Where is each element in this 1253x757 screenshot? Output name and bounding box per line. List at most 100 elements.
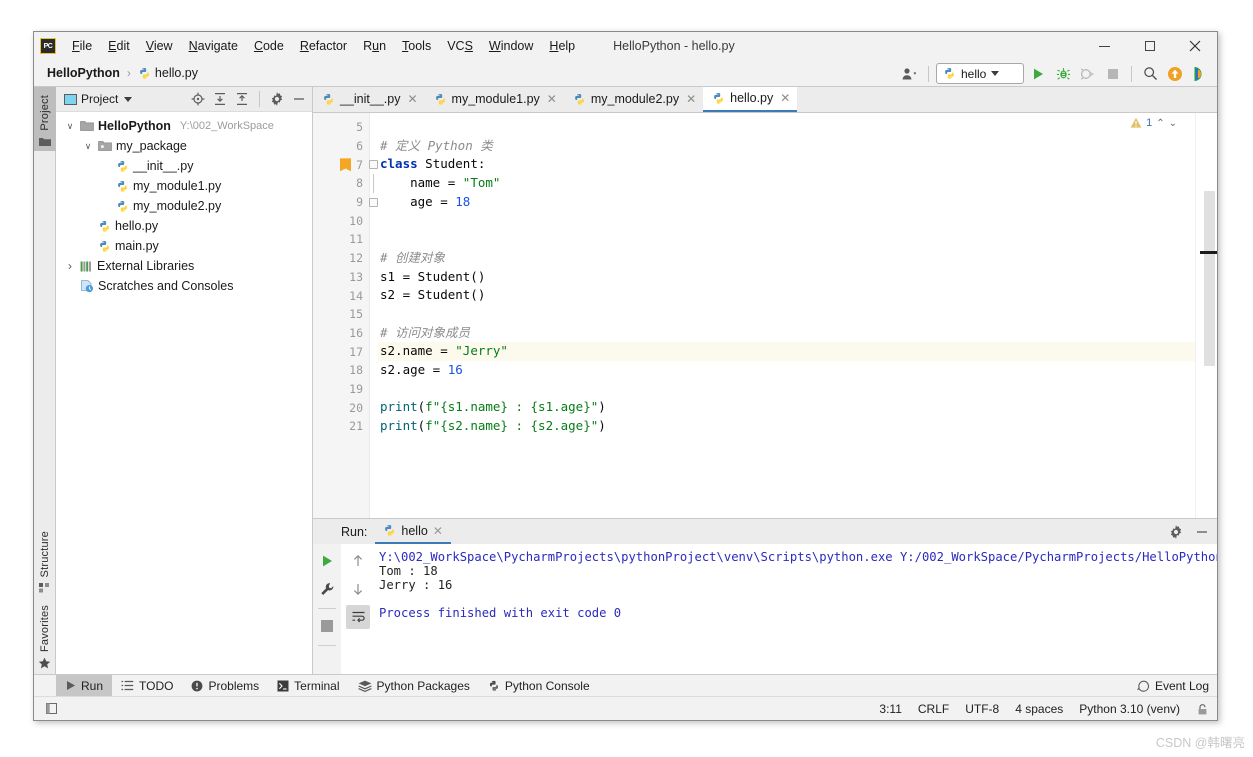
line-number[interactable]: 19 bbox=[313, 380, 369, 399]
close-icon[interactable]: ✕ bbox=[433, 524, 443, 538]
breadcrumb-project[interactable]: HelloPython bbox=[44, 65, 123, 81]
line-number[interactable]: 8 bbox=[313, 174, 374, 193]
editor-gutter[interactable]: 5 6 7 8 9 10 11 12 13 14 15 16 17 18 19 20 21 bbox=[313, 113, 378, 518]
close-icon[interactable]: ✕ bbox=[780, 91, 790, 105]
line-number[interactable]: 10 bbox=[313, 211, 369, 230]
code-content[interactable]: # 定义 Python 类 class Student: name = "Tom"… bbox=[370, 113, 1195, 518]
code-line[interactable]: # 创建对象 bbox=[378, 249, 1195, 268]
editor-scrollbar[interactable] bbox=[1204, 191, 1215, 366]
breadcrumb-file[interactable]: hello.py bbox=[135, 65, 201, 81]
code-line[interactable] bbox=[378, 211, 1195, 230]
collapse-all-icon[interactable] bbox=[233, 90, 251, 108]
locate-icon[interactable] bbox=[189, 90, 207, 108]
minimize-button[interactable] bbox=[1082, 32, 1127, 60]
gear-icon[interactable] bbox=[1167, 523, 1185, 541]
tree-item--init-py[interactable]: __init__.py bbox=[56, 156, 312, 176]
line-number[interactable]: 9 bbox=[313, 193, 378, 212]
code-line[interactable] bbox=[378, 380, 1195, 399]
stop-icon[interactable] bbox=[315, 614, 339, 638]
code-line[interactable]: name = "Tom" bbox=[378, 174, 1195, 193]
up-arrow-icon[interactable] bbox=[346, 549, 370, 573]
line-number[interactable]: 17 bbox=[313, 342, 369, 361]
line-number[interactable]: 15 bbox=[313, 305, 369, 324]
editor-tab-hello-py[interactable]: hello.py ✕ bbox=[703, 86, 798, 112]
ide-features-trainer-icon[interactable] bbox=[1189, 63, 1211, 85]
stripe-item-favorites[interactable]: Favorites bbox=[38, 597, 51, 674]
down-arrow-icon[interactable] bbox=[346, 577, 370, 601]
editor-tab--init-py[interactable]: __init__.py ✕ bbox=[313, 86, 425, 112]
hide-icon[interactable] bbox=[1193, 523, 1211, 541]
menu-item-edit[interactable]: Edit bbox=[100, 36, 138, 56]
line-number[interactable]: 21 bbox=[313, 417, 369, 436]
code-line[interactable]: print(f"{s2.name} : {s2.age}") bbox=[378, 417, 1195, 436]
code-line[interactable]: s1 = Student() bbox=[378, 268, 1195, 287]
line-number[interactable]: 18 bbox=[313, 361, 369, 380]
code-line[interactable]: class Student: bbox=[378, 155, 1195, 174]
chevron-down-icon[interactable]: ⌄ bbox=[1169, 118, 1177, 129]
menu-item-help[interactable]: Help bbox=[541, 36, 583, 56]
menu-item-code[interactable]: Code bbox=[246, 36, 292, 56]
code-line[interactable]: s2.name = "Jerry" bbox=[378, 342, 1195, 361]
run-tab-hello[interactable]: hello ✕ bbox=[375, 519, 451, 544]
settings-wrench-icon[interactable] bbox=[315, 577, 339, 601]
line-number[interactable]: 14 bbox=[313, 286, 369, 305]
code-line[interactable]: # 访问对象成员 bbox=[378, 324, 1195, 343]
event-log-button[interactable]: Event Log bbox=[1136, 675, 1209, 697]
caret-position[interactable]: 3:11 bbox=[879, 702, 901, 716]
run-coverage-icon[interactable] bbox=[1077, 63, 1099, 85]
line-number[interactable]: 7 bbox=[313, 155, 378, 174]
menu-item-tools[interactable]: Tools bbox=[394, 36, 439, 56]
tree-item-my-package[interactable]: ∨ my_package bbox=[56, 136, 312, 156]
editor-tab-my-module1-py[interactable]: my_module1.py ✕ bbox=[425, 86, 564, 112]
bottom-bar-python-console[interactable]: Python Console bbox=[479, 675, 599, 697]
menu-item-run[interactable]: Run bbox=[355, 36, 394, 56]
editor-tab-my-module2-py[interactable]: my_module2.py ✕ bbox=[564, 86, 703, 112]
close-icon[interactable]: ✕ bbox=[686, 92, 696, 106]
bookmark-icon[interactable] bbox=[340, 158, 351, 172]
close-icon[interactable]: ✕ bbox=[547, 92, 557, 106]
code-line[interactable]: s2 = Student() bbox=[378, 286, 1195, 305]
code-line[interactable] bbox=[378, 118, 1195, 137]
line-number[interactable]: 20 bbox=[313, 398, 369, 417]
lock-icon[interactable] bbox=[1196, 703, 1209, 716]
tree-item-hellopython[interactable]: ∨ HelloPython Y:\002_WorkSpace bbox=[56, 116, 312, 136]
code-line[interactable]: s2.age = 16 bbox=[378, 361, 1195, 380]
gear-icon[interactable] bbox=[268, 90, 286, 108]
close-icon[interactable]: ✕ bbox=[407, 92, 417, 106]
line-number[interactable]: 5 bbox=[313, 118, 369, 137]
code-line[interactable] bbox=[378, 230, 1195, 249]
menu-item-navigate[interactable]: Navigate bbox=[181, 36, 246, 56]
tree-item-main-py[interactable]: main.py bbox=[56, 236, 312, 256]
debug-icon[interactable] bbox=[1052, 63, 1074, 85]
menu-item-vcs[interactable]: VCS bbox=[439, 36, 481, 56]
tree-item-external-libraries[interactable]: › External Libraries bbox=[56, 256, 312, 276]
line-number[interactable]: 6 bbox=[313, 137, 369, 156]
menu-item-file[interactable]: File bbox=[64, 36, 100, 56]
twisty-icon[interactable]: ∨ bbox=[82, 141, 94, 152]
file-encoding[interactable]: UTF-8 bbox=[965, 702, 999, 716]
hide-icon[interactable] bbox=[290, 90, 308, 108]
chevron-up-icon[interactable]: ⌃ bbox=[1156, 118, 1164, 129]
maximize-button[interactable] bbox=[1127, 32, 1172, 60]
code-line[interactable]: # 定义 Python 类 bbox=[378, 137, 1195, 156]
menu-item-window[interactable]: Window bbox=[481, 36, 541, 56]
twisty-icon[interactable]: › bbox=[64, 259, 76, 273]
python-interpreter[interactable]: Python 3.10 (venv) bbox=[1079, 702, 1180, 716]
stripe-item-structure[interactable]: Structure bbox=[39, 523, 51, 597]
line-number[interactable]: 11 bbox=[313, 230, 369, 249]
bottom-bar-python-packages[interactable]: Python Packages bbox=[349, 675, 479, 697]
tree-item-my-module1-py[interactable]: my_module1.py bbox=[56, 176, 312, 196]
expand-all-icon[interactable] bbox=[211, 90, 229, 108]
chevron-down-icon[interactable] bbox=[124, 96, 133, 102]
indent-setting[interactable]: 4 spaces bbox=[1015, 702, 1063, 716]
twisty-icon[interactable]: ∨ bbox=[64, 121, 76, 132]
line-separator[interactable]: CRLF bbox=[918, 702, 949, 716]
stripe-item-project[interactable]: Project bbox=[33, 87, 56, 151]
soft-wrap-icon[interactable] bbox=[346, 605, 370, 629]
bottom-bar-terminal[interactable]: Terminal bbox=[268, 675, 348, 697]
run-configuration-selector[interactable]: hello bbox=[936, 63, 1024, 84]
tree-item-hello-py[interactable]: hello.py bbox=[56, 216, 312, 236]
close-button[interactable] bbox=[1172, 32, 1217, 60]
line-number[interactable]: 12 bbox=[313, 249, 369, 268]
search-everywhere-icon[interactable] bbox=[1139, 63, 1161, 85]
